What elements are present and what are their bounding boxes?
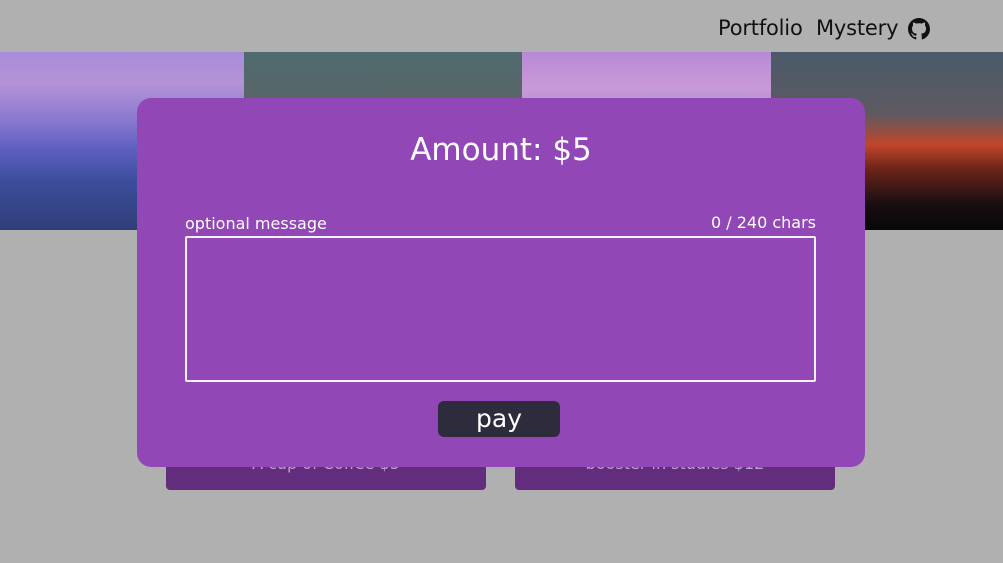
char-counter: 0 / 240 chars — [710, 213, 816, 232]
github-icon[interactable] — [908, 18, 930, 40]
pay-button[interactable]: pay — [438, 401, 560, 437]
nav-link-mystery[interactable]: Mystery — [816, 16, 899, 40]
message-input[interactable] — [185, 236, 816, 382]
amount-heading: Amount: $5 — [410, 132, 592, 168]
site-header: Portfolio Mystery — [0, 0, 1003, 52]
top-nav: Portfolio Mystery — [0, 16, 1003, 42]
payment-modal: Amount: $5 optional message 0 / 240 char… — [137, 98, 865, 467]
message-label: optional message — [185, 214, 327, 233]
nav-link-portfolio[interactable]: Portfolio — [718, 16, 803, 40]
